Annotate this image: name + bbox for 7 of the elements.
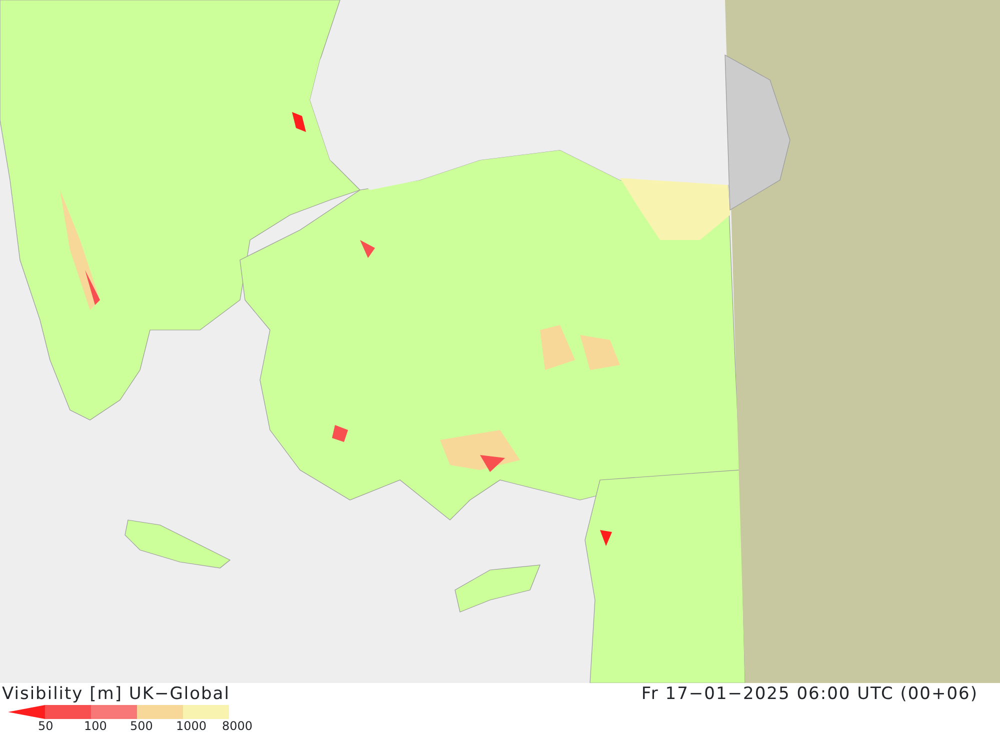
legend-tick-label: 500 [130, 719, 154, 733]
legend-tick-label: 1000 [176, 719, 208, 733]
map-title: Visibility [m] UK−Global [2, 683, 230, 705]
legend-tick-label: 100 [84, 719, 108, 733]
legend-tick-label: 8000 [222, 719, 254, 733]
legend-tick-label: 50 [38, 719, 54, 733]
valid-time: Fr 17−01−2025 06:00 UTC (00+06) [641, 683, 978, 705]
